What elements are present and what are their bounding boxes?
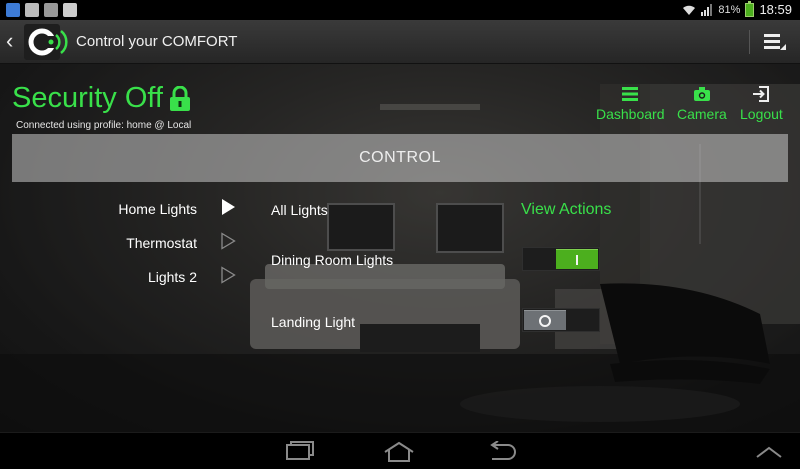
play-icon[interactable]: [220, 232, 236, 250]
security-status[interactable]: Security Off: [12, 82, 191, 115]
wifi-icon: [683, 5, 696, 15]
back-icon[interactable]: [484, 441, 518, 463]
logout-label: Logout: [740, 106, 783, 122]
app-logo[interactable]: [24, 24, 70, 60]
category-thermostat[interactable]: Thermostat: [126, 235, 197, 251]
back-chevron-icon[interactable]: ‹: [6, 30, 13, 52]
overflow-menu-icon[interactable]: [762, 30, 788, 56]
clock: 18:59: [759, 2, 792, 17]
toggle-on-knob: [556, 249, 598, 269]
dashboard-label: Dashboard: [596, 106, 665, 122]
toggle-off-knob: [524, 310, 566, 330]
home-icon[interactable]: [382, 441, 416, 463]
battery-icon: [745, 0, 755, 17]
battery-percent: 81%: [718, 3, 741, 16]
recent-apps-icon[interactable]: [282, 441, 316, 463]
main-content: Security Off Connected using profile: ho…: [0, 64, 800, 432]
status-bar: 81% 18:59: [0, 0, 800, 20]
play-icon-selected[interactable]: [220, 198, 236, 216]
control-title: CONTROL: [359, 149, 441, 166]
camera-icon: [693, 87, 710, 101]
logout-button[interactable]: Logout: [740, 86, 783, 122]
dashboard-button[interactable]: Dashboard: [596, 86, 665, 122]
control-section-header: CONTROL: [12, 134, 788, 182]
camera-button[interactable]: Camera: [677, 86, 727, 122]
security-status-label: Security Off: [12, 82, 163, 114]
connection-profile-text: Connected using profile: home @ Local: [16, 120, 192, 131]
view-actions-link[interactable]: View Actions: [521, 201, 611, 219]
logout-icon: [753, 86, 770, 102]
action-bar-divider: [749, 30, 750, 54]
dining-room-lights-label: Dining Room Lights: [271, 252, 394, 268]
play-icon[interactable]: [220, 266, 236, 284]
category-lights-2[interactable]: Lights 2: [148, 269, 197, 285]
signal-icon: [701, 3, 713, 16]
category-home-lights[interactable]: Home Lights: [118, 201, 197, 217]
keyboard-icon: [44, 3, 58, 17]
hamburger-icon: [622, 87, 639, 101]
action-bar: ‹ Control your COMFORT: [0, 20, 800, 64]
system-nav-bar: [0, 432, 800, 469]
chevron-up-icon[interactable]: [752, 441, 786, 463]
lock-icon: [169, 85, 190, 111]
task-icon: [63, 3, 77, 17]
app-title: Control your COMFORT: [76, 33, 238, 50]
camera-label: Camera: [677, 106, 727, 122]
file-icon: [25, 3, 39, 17]
landing-light-label: Landing Light: [271, 314, 356, 330]
dining-room-lights-toggle[interactable]: [522, 247, 600, 271]
all-lights-label: All Lights: [271, 202, 328, 218]
landing-light-toggle[interactable]: [522, 308, 600, 332]
notification-icon: [6, 3, 20, 17]
